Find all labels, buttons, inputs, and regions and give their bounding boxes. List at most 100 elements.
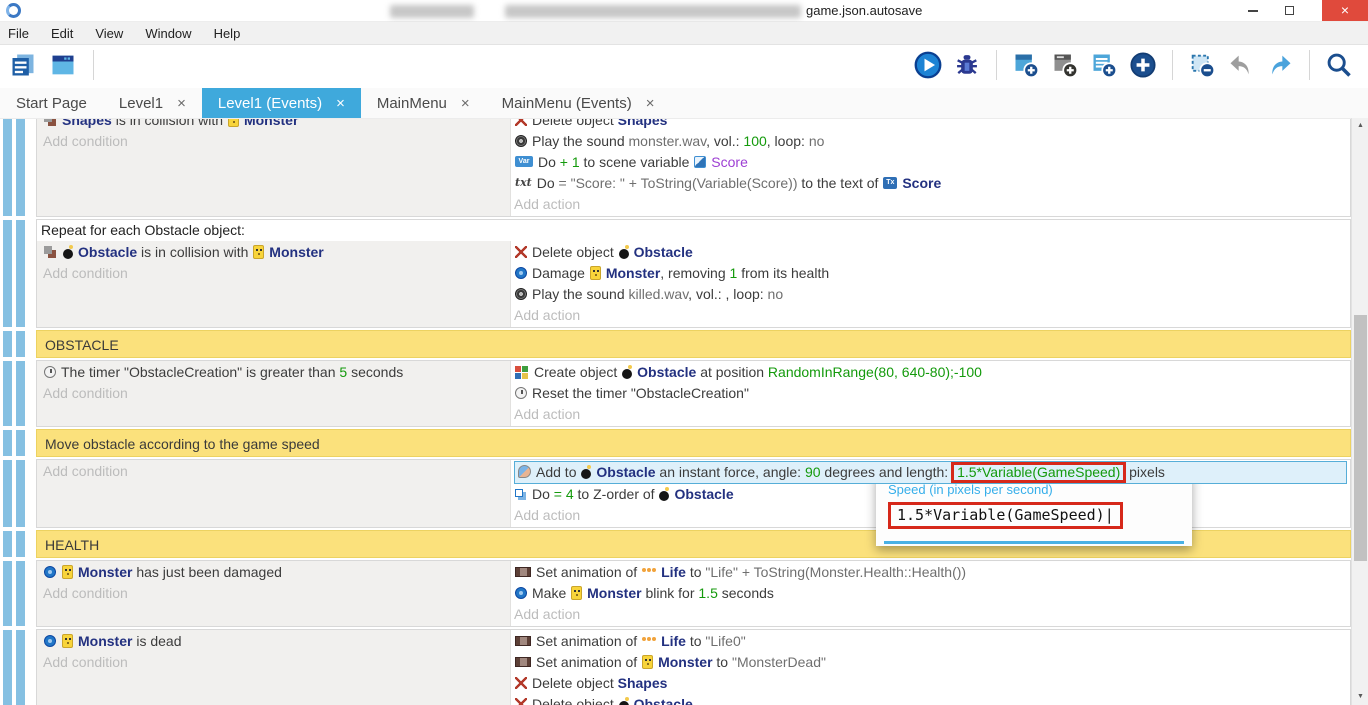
text-segment: is dead xyxy=(132,633,181,649)
menu-item-window[interactable]: Window xyxy=(145,26,191,41)
add-condition-link[interactable]: Add condition xyxy=(43,652,510,673)
tab-close-icon[interactable]: × xyxy=(177,95,186,112)
action-sentence[interactable]: Play the sound monster.wav, vol.: 100, l… xyxy=(514,131,1350,152)
add-condition-link[interactable]: Add condition xyxy=(43,461,510,482)
toolbar-separator xyxy=(996,50,997,80)
comment-block[interactable]: OBSTACLE xyxy=(36,330,1351,358)
text-segment: Monster xyxy=(78,633,132,649)
maximize-button[interactable] xyxy=(1274,0,1304,21)
tab-mainmenu[interactable]: MainMenu× xyxy=(361,88,486,118)
action-sentence[interactable]: txtDo = "Score: " + ToString(Variable(Sc… xyxy=(514,173,1350,194)
undo-button[interactable] xyxy=(1226,50,1256,80)
scroll-down-arrow-icon[interactable]: ▼ xyxy=(1352,689,1368,705)
text-caret: | xyxy=(1105,506,1114,524)
add-action-link[interactable]: Add action xyxy=(514,305,1350,326)
tab-close-icon[interactable]: × xyxy=(336,95,345,112)
tab-level1-events-[interactable]: Level1 (Events)× xyxy=(202,88,361,118)
action-sentence[interactable]: Play the sound killed.wav, vol.: , loop:… xyxy=(514,284,1350,305)
tab-level1[interactable]: Level1× xyxy=(103,88,202,118)
selected-action-row[interactable]: Add to Obstacle an instant force, angle:… xyxy=(514,461,1347,484)
scroll-up-arrow-icon[interactable]: ▲ xyxy=(1352,118,1368,134)
text-segment: + 1 xyxy=(560,154,580,170)
tab-label: MainMenu (Events) xyxy=(502,95,632,112)
text-segment: Play the sound xyxy=(532,286,629,302)
action-sentence[interactable]: Make Monster blink for 1.5 seconds xyxy=(514,583,1350,604)
close-button[interactable]: × xyxy=(1322,0,1368,21)
action-sentence[interactable]: Delete object Obstacle xyxy=(514,694,1350,705)
parameter-label: Speed (in pixels per second) xyxy=(888,482,1180,497)
project-manager-button[interactable] xyxy=(8,50,38,80)
action-sentence[interactable]: Delete object Shapes xyxy=(514,673,1350,694)
text-segment: pixels xyxy=(1125,464,1165,480)
tab-close-icon[interactable]: × xyxy=(646,95,655,112)
text-segment: is in collision with xyxy=(137,244,252,260)
action-sentence[interactable]: Delete object Obstacle xyxy=(514,242,1350,263)
event-row: Obstacle is in collision with MonsterAdd… xyxy=(37,241,1350,327)
redo-button[interactable] xyxy=(1265,50,1295,80)
anim-icon xyxy=(515,636,531,646)
action-sentence[interactable]: Set animation of Life to "Life" + ToStri… xyxy=(514,562,1350,583)
add-condition-link[interactable]: Add condition xyxy=(43,263,510,284)
comment-block[interactable]: Move obstacle according to the game spee… xyxy=(36,429,1351,457)
monster-icon xyxy=(228,118,239,127)
repeat-event-header[interactable]: Repeat for each Obstacle object: xyxy=(37,220,1350,241)
search-button[interactable] xyxy=(1324,50,1354,80)
window-title: game.json.autosave xyxy=(806,3,922,18)
menu-item-edit[interactable]: Edit xyxy=(51,26,73,41)
add-comment-button[interactable] xyxy=(1089,50,1119,80)
text-segment: Delete object xyxy=(532,244,618,260)
text-segment: Obstacle xyxy=(634,244,693,260)
action-sentence[interactable]: Add to Obstacle an instant force, angle:… xyxy=(517,462,1344,483)
scrollbar-thumb[interactable] xyxy=(1354,315,1367,561)
condition-sentence[interactable]: Shapes is in collision with Monster xyxy=(43,118,510,131)
text-segment: = 4 xyxy=(554,486,574,502)
toolbar-separator xyxy=(1309,50,1310,80)
scene-editor-button[interactable] xyxy=(48,50,78,80)
redacted-title-segment xyxy=(505,5,801,18)
add-condition-link[interactable]: Add condition xyxy=(43,383,510,404)
text-segment: to Z-order of xyxy=(574,486,659,502)
bomb-icon xyxy=(63,249,73,259)
condition-sentence[interactable]: Monster has just been damaged xyxy=(43,562,510,583)
minimize-button[interactable] xyxy=(1238,0,1268,21)
events-scroller: Shapes is in collision with MonsterAdd c… xyxy=(36,118,1351,705)
event-block: Monster has just been damagedAdd conditi… xyxy=(36,560,1351,627)
condition-sentence[interactable]: Obstacle is in collision with Monster xyxy=(43,242,510,263)
scenevar-icon xyxy=(694,156,706,168)
add-condition-link[interactable]: Add condition xyxy=(43,131,510,152)
add-action-link[interactable]: Add action xyxy=(514,404,1350,425)
action-sentence[interactable]: Set animation of Life to "Life0" xyxy=(514,631,1350,652)
action-sentence[interactable]: Damage Monster, removing 1 from its heal… xyxy=(514,263,1350,284)
condition-sentence[interactable]: Monster is dead xyxy=(43,631,510,652)
action-sentence[interactable]: Delete object Shapes xyxy=(514,118,1350,131)
tab-mainmenu-events-[interactable]: MainMenu (Events) × xyxy=(486,88,671,118)
expression-input[interactable]: 1.5*Variable(GameSpeed) xyxy=(897,506,1105,524)
tab-start-page[interactable]: Start Page xyxy=(0,88,103,118)
action-sentence[interactable]: VarDo + 1 to scene variable Score xyxy=(514,152,1350,173)
debug-button[interactable] xyxy=(952,50,982,80)
action-sentence[interactable]: Create object Obstacle at position Rando… xyxy=(514,362,1350,383)
add-circle-event-button[interactable] xyxy=(1128,50,1158,80)
menu-item-file[interactable]: File xyxy=(8,26,29,41)
text-segment: Shapes xyxy=(62,118,112,128)
condition-sentence[interactable]: The timer "ObstacleCreation" is greater … xyxy=(43,362,510,383)
text-segment: Do xyxy=(538,154,560,170)
text-segment: killed.wav xyxy=(629,286,689,302)
add-action-link[interactable]: Add action xyxy=(514,194,1350,215)
add-event-button[interactable] xyxy=(1011,50,1041,80)
conditions-column: The timer "ObstacleCreation" is greater … xyxy=(37,361,511,426)
text-segment: Make xyxy=(532,585,570,601)
add-condition-link[interactable]: Add condition xyxy=(43,583,510,604)
action-sentence[interactable]: Set animation of Monster to "MonsterDead… xyxy=(514,652,1350,673)
bomb-icon xyxy=(622,369,632,379)
menu-item-help[interactable]: Help xyxy=(214,26,241,41)
remove-event-button[interactable] xyxy=(1187,50,1217,80)
add-action-link[interactable]: Add action xyxy=(514,604,1350,625)
action-sentence[interactable]: Reset the timer "ObstacleCreation" xyxy=(514,383,1350,404)
preview-play-button[interactable] xyxy=(913,50,943,80)
menu-item-view[interactable]: View xyxy=(95,26,123,41)
toolbar-right-group xyxy=(913,50,1354,80)
add-subevent-button[interactable] xyxy=(1050,50,1080,80)
text-segment: Life xyxy=(661,564,686,580)
tab-close-icon[interactable]: × xyxy=(461,95,470,112)
